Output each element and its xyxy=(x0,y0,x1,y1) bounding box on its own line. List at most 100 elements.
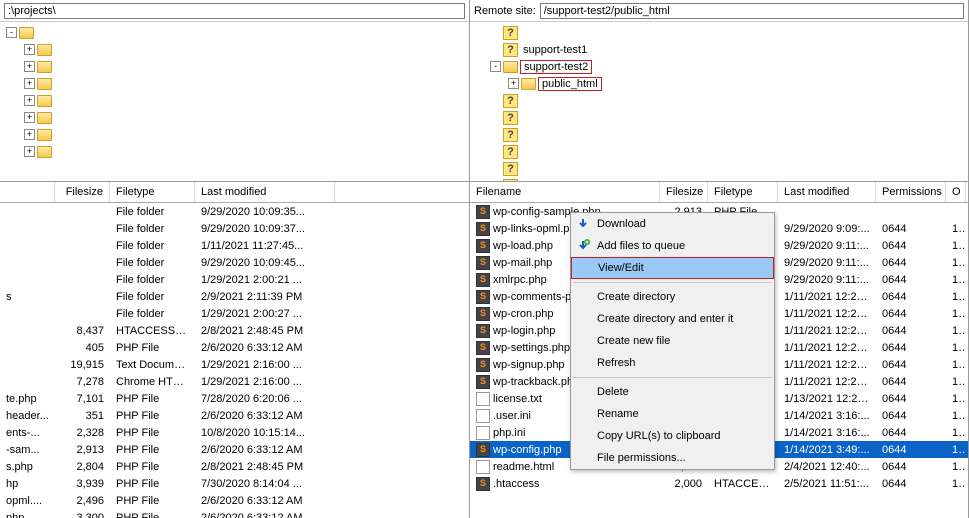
file-row[interactable]: ents-...2,328PHP File10/8/2020 10:15:14.… xyxy=(0,424,469,441)
unknown-folder-icon: ? xyxy=(503,94,518,108)
file-row[interactable]: File folder9/29/2020 10:09:45... xyxy=(0,254,469,271)
tree-item[interactable]: ? xyxy=(470,126,968,143)
expand-icon[interactable]: + xyxy=(24,112,35,123)
menu-item-create-new-file[interactable]: Create new file xyxy=(571,330,774,352)
tree-spacer xyxy=(490,146,501,157)
menu-item-add-files-to-queue[interactable]: Add files to queue xyxy=(571,235,774,257)
file-row[interactable]: File folder1/29/2021 2:00:27 ... xyxy=(0,305,469,322)
file-row[interactable]: File folder9/29/2020 10:09:37... xyxy=(0,220,469,237)
file-row[interactable]: php3,300PHP File2/6/2020 6:33:12 AM xyxy=(0,509,469,518)
cell-mod: 9/29/2020 10:09:45... xyxy=(195,257,335,269)
cell-mod: 1/11/2021 12:26... xyxy=(778,291,876,303)
file-row[interactable]: File folder9/29/2020 10:09:35... xyxy=(0,203,469,220)
file-row[interactable]: header...351PHP File2/6/2020 6:33:12 AM xyxy=(0,407,469,424)
file-row[interactable]: -sam...2,913PHP File2/6/2020 6:33:12 AM xyxy=(0,441,469,458)
context-menu[interactable]: DownloadAdd files to queueView/Edit Creat… xyxy=(570,212,775,470)
tree-item[interactable]: + xyxy=(0,58,469,75)
tree-item[interactable]: + xyxy=(0,41,469,58)
file-row[interactable]: .htaccess2,000HTACCESS ...2/5/2021 11:51… xyxy=(470,475,968,492)
cell-size: 2,804 xyxy=(55,461,110,473)
menu-item-refresh[interactable]: Refresh xyxy=(571,352,774,374)
collapse-icon[interactable]: - xyxy=(6,27,17,38)
col-modified[interactable]: Last modified xyxy=(195,182,335,202)
remote-tree[interactable]: ? ?support-test1-support-test2+public_ht… xyxy=(470,22,968,182)
menu-item-label: Refresh xyxy=(597,357,636,369)
cell-own: 1( xyxy=(946,274,966,286)
menu-item-delete[interactable]: Delete xyxy=(571,381,774,403)
tree-item[interactable]: + xyxy=(0,75,469,92)
file-row[interactable]: 19,915Text Document1/29/2021 2:16:00 ... xyxy=(0,356,469,373)
cell-size: 7,278 xyxy=(55,376,110,388)
col-name[interactable] xyxy=(0,182,55,202)
folder-icon xyxy=(37,112,52,124)
remote-path-input[interactable] xyxy=(540,3,964,19)
file-row[interactable]: hp3,939PHP File7/30/2020 8:14:04 ... xyxy=(0,475,469,492)
tree-item[interactable]: ? xyxy=(470,143,968,160)
col-type[interactable]: Filetype xyxy=(708,182,778,202)
file-row[interactable]: 8,437HTACCESS File2/8/2021 2:48:45 PM xyxy=(0,322,469,339)
file-row[interactable]: 405PHP File2/6/2020 6:33:12 AM xyxy=(0,339,469,356)
expand-icon[interactable]: + xyxy=(24,95,35,106)
local-list-header[interactable]: Filesize Filetype Last modified xyxy=(0,182,469,203)
cell-own: 1( xyxy=(946,359,966,371)
tree-item[interactable]: + xyxy=(0,126,469,143)
expand-icon[interactable]: + xyxy=(24,61,35,72)
local-path-input[interactable] xyxy=(4,3,465,19)
php-file-icon xyxy=(476,375,490,389)
remote-list-header[interactable]: Filename Filesize Filetype Last modified… xyxy=(470,182,968,203)
tree-spacer xyxy=(490,44,501,55)
menu-item-download[interactable]: Download xyxy=(571,213,774,235)
menu-item-file-permissions-[interactable]: File permissions... xyxy=(571,447,774,469)
tree-item[interactable]: ? xyxy=(470,92,968,109)
collapse-icon[interactable]: - xyxy=(490,61,501,72)
tree-item[interactable]: + xyxy=(0,109,469,126)
txt-file-icon xyxy=(476,426,490,440)
menu-item-rename[interactable]: Rename xyxy=(571,403,774,425)
file-row[interactable]: sFile folder2/9/2021 2:11:39 PM xyxy=(0,288,469,305)
tree-item[interactable]: ? xyxy=(470,160,968,177)
col-name[interactable]: Filename xyxy=(470,182,660,202)
tree-item[interactable]: ?support-test1 xyxy=(470,41,968,58)
tree-item[interactable]: + xyxy=(0,92,469,109)
cell-own: 1( xyxy=(946,308,966,320)
menu-item-create-directory-and-enter-it[interactable]: Create directory and enter it xyxy=(571,308,774,330)
file-row[interactable]: te.php7,101PHP File7/28/2020 6:20:06 ... xyxy=(0,390,469,407)
col-permissions[interactable]: Permissions xyxy=(876,182,946,202)
file-row[interactable]: s.php2,804PHP File2/8/2021 2:48:45 PM xyxy=(0,458,469,475)
file-row[interactable]: File folder1/11/2021 11:27:45... xyxy=(0,237,469,254)
tree-item[interactable]: ? xyxy=(470,109,968,126)
col-size[interactable]: Filesize xyxy=(55,182,110,202)
tree-spacer xyxy=(490,129,501,140)
menu-item-copy-url-s-to-clipboard[interactable]: Copy URL(s) to clipboard xyxy=(571,425,774,447)
col-modified[interactable]: Last modified xyxy=(778,182,876,202)
expand-icon[interactable]: + xyxy=(24,44,35,55)
tree-item[interactable]: +public_html xyxy=(470,75,968,92)
col-type[interactable]: Filetype xyxy=(110,182,195,202)
tree-item-label xyxy=(520,112,544,124)
cell-type: HTACCESS File xyxy=(110,325,195,337)
cell-own: 1( xyxy=(946,240,966,252)
tree-item[interactable]: ? xyxy=(470,24,968,41)
expand-icon[interactable]: + xyxy=(24,146,35,157)
cell-mod: 1/14/2021 3:16:... xyxy=(778,427,876,439)
expand-icon[interactable]: + xyxy=(24,129,35,140)
file-name: wp-settings.php xyxy=(493,342,570,354)
file-row[interactable]: 7,278Chrome HTML...1/29/2021 2:16:00 ... xyxy=(0,373,469,390)
unknown-folder-icon: ? xyxy=(503,128,518,142)
file-row[interactable]: File folder1/29/2021 2:00:21 ... xyxy=(0,271,469,288)
folder-icon xyxy=(37,146,52,158)
cell-type: PHP File xyxy=(110,410,195,422)
tree-spacer xyxy=(490,27,501,38)
tree-item[interactable]: - xyxy=(0,24,469,41)
file-row[interactable]: opml....2,496PHP File2/6/2020 6:33:12 AM xyxy=(0,492,469,509)
local-tree[interactable]: - + + + + + + + xyxy=(0,22,469,182)
menu-item-view-edit[interactable]: View/Edit xyxy=(571,257,774,279)
tree-item[interactable]: + xyxy=(0,143,469,160)
tree-item[interactable]: -support-test2 xyxy=(470,58,968,75)
expand-icon[interactable]: + xyxy=(24,78,35,89)
menu-item-create-directory[interactable]: Create directory xyxy=(571,286,774,308)
cell-perm: 0644 xyxy=(876,291,946,303)
col-owner[interactable]: O xyxy=(946,182,966,202)
col-size[interactable]: Filesize xyxy=(660,182,708,202)
expand-icon[interactable]: + xyxy=(508,78,519,89)
